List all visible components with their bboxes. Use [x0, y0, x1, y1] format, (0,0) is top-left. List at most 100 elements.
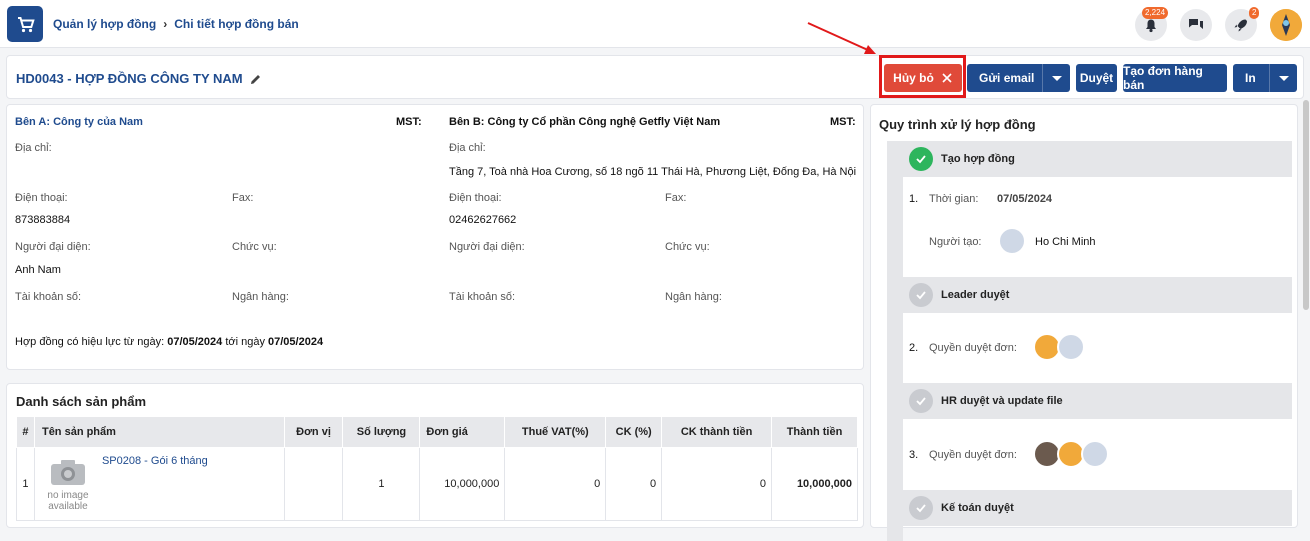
party-b-address-label: Địa chỉ:	[449, 142, 486, 154]
scrollbar[interactable]	[1303, 100, 1309, 310]
camera-icon	[50, 460, 85, 485]
chat-icon	[1189, 19, 1203, 29]
send-email-dropdown[interactable]	[1042, 64, 1070, 92]
qty-cell: 1	[342, 447, 421, 521]
validity-mid: tới ngày	[225, 336, 265, 348]
party-b-phone: 02462627662	[449, 214, 517, 226]
workflow-timeline	[887, 141, 903, 541]
step-index: 3.	[909, 449, 919, 461]
step-index: 2.	[909, 342, 919, 354]
product-cell: no image available SP0208 - Gói 6 tháng	[33, 447, 285, 521]
party-a-fax-label: Fax:	[232, 192, 254, 204]
party-a-phone-label: Điện thoại:	[15, 192, 68, 204]
party-a-mst: MST:	[396, 116, 422, 128]
ck-amount-cell: 0	[661, 447, 772, 521]
unit-cell	[283, 447, 344, 521]
contract-title: HD0043 - HỢP ĐỒNG CÔNG TY NAM	[16, 71, 243, 86]
top-bar: Quản lý hợp đồng › Chi tiết hợp đồng bán…	[0, 0, 1310, 48]
perm-label: Quyền duyệt đơn:	[929, 342, 1017, 354]
cart-icon[interactable]	[7, 6, 43, 42]
party-a-rep: Anh Nam	[15, 264, 61, 276]
product-image: no image available	[44, 457, 92, 512]
step-name: Kế toán duyệt	[941, 502, 1014, 514]
column-header: Đơn giá	[419, 416, 506, 448]
notification-badge: 2,224	[1142, 7, 1169, 19]
creator-name: Ho Chi Minh	[1035, 236, 1096, 248]
print-dropdown[interactable]	[1269, 64, 1297, 92]
product-table: # Tên sản phẩm Đơn vị Số lượng Đơn giá T…	[16, 416, 859, 521]
approver-avatar	[1081, 440, 1109, 468]
party-a-phone: 873883884	[15, 214, 71, 226]
party-a-account-label: Tài khoản số:	[15, 291, 82, 303]
column-header: Số lượng	[342, 416, 421, 448]
step-name: Tạo hợp đồng	[941, 153, 1015, 165]
party-b-address: Tầng 7, Toà nhà Hoa Cương, số 18 ngõ 11 …	[449, 166, 857, 178]
print-button[interactable]: In	[1233, 64, 1297, 92]
check-icon	[909, 147, 933, 171]
workflow-panel: Quy trình xử lý hợp đồng Tạo hợp đồng 1.…	[870, 104, 1298, 541]
column-header: Tên sản phẩm	[33, 416, 285, 448]
edit-icon[interactable]	[249, 72, 263, 86]
column-header: #	[16, 416, 35, 448]
create-order-button[interactable]: Tạo đơn hàng bán	[1123, 64, 1227, 92]
ck-cell: 0	[605, 447, 663, 521]
product-name-link[interactable]: SP0208 - Gói 6 tháng	[102, 455, 208, 467]
party-a-address-label: Địa chỉ:	[15, 142, 52, 154]
breadcrumb-parent[interactable]: Quản lý hợp đồng	[53, 17, 156, 31]
contract-info-panel: Bên A: Công ty của Nam MST: Địa chỉ: Điệ…	[6, 104, 864, 370]
creator-avatar	[998, 227, 1026, 255]
party-a-bank-label: Ngân hàng:	[232, 291, 289, 303]
row-index: 1	[16, 447, 35, 521]
check-icon	[909, 496, 933, 520]
table-row[interactable]: 1 no image available SP0208 - Gói 6 thán…	[16, 447, 859, 521]
step-name: HR duyệt và update file	[941, 395, 1063, 407]
party-a-rep-label: Người đại diện:	[15, 241, 91, 253]
send-email-button[interactable]: Gửi email	[967, 64, 1070, 92]
party-b-fax-label: Fax:	[665, 192, 687, 204]
no-image-text: no image available	[47, 490, 89, 512]
contract-title-bar: HD0043 - HỢP ĐỒNG CÔNG TY NAM Hủy bỏ Gửi…	[6, 55, 1304, 99]
chevron-down-icon	[1278, 75, 1289, 81]
send-email-label: Gửi email	[979, 71, 1035, 85]
check-icon	[909, 389, 933, 413]
party-a-position-label: Chức vụ:	[232, 241, 277, 253]
party-b-mst: MST:	[830, 116, 856, 128]
approver-avatar	[1057, 333, 1085, 361]
party-b-phone-label: Điện thoại:	[449, 192, 502, 204]
chevron-down-icon	[1051, 75, 1062, 81]
check-icon	[909, 283, 933, 307]
workflow-step-create: Tạo hợp đồng	[903, 141, 1292, 177]
chevron-right-icon: ›	[163, 17, 168, 31]
column-header: Thành tiền	[770, 416, 859, 448]
step-index: 1.	[909, 193, 919, 205]
workflow-step-leader: Leader duyệt	[903, 277, 1292, 313]
contract-title-wrap: HD0043 - HỢP ĐỒNG CÔNG TY NAM	[16, 71, 263, 86]
table-header-row: # Tên sản phẩm Đơn vị Số lượng Đơn giá T…	[16, 416, 859, 448]
breadcrumb-current: Chi tiết hợp đồng bán	[174, 17, 299, 31]
product-list-title: Danh sách sản phẩm	[16, 394, 147, 409]
total-cell: 10,000,000	[770, 447, 859, 521]
column-header: CK (%)	[605, 416, 663, 448]
party-b-bank-label: Ngân hàng:	[665, 291, 722, 303]
party-b-rep-label: Người đại diện:	[449, 241, 525, 253]
user-avatar[interactable]	[1270, 9, 1302, 41]
party-a-heading: Bên A: Công ty của Nam	[15, 116, 143, 128]
column-header: Thuế VAT(%)	[504, 416, 607, 448]
validity-line: Hợp đồng có hiệu lực từ ngày: 07/05/2024…	[15, 336, 323, 348]
party-b-account-label: Tài khoản số:	[449, 291, 516, 303]
perm-label: Quyền duyệt đơn:	[929, 449, 1017, 461]
price-cell: 10,000,000	[419, 447, 506, 521]
step-name: Leader duyệt	[941, 289, 1010, 301]
validity-prefix: Hợp đồng có hiệu lực từ ngày:	[15, 336, 165, 348]
validity-to: 07/05/2024	[268, 336, 324, 348]
validity-from: 07/05/2024	[167, 336, 223, 348]
product-list-panel: Danh sách sản phẩm # Tên sản phẩm Đơn vị…	[6, 383, 864, 528]
chat-button[interactable]	[1180, 9, 1212, 41]
approve-button[interactable]: Duyệt	[1076, 64, 1117, 92]
rocket-badge: 2	[1249, 7, 1260, 19]
column-header: CK thành tiền	[661, 416, 772, 448]
workflow-step-hr: HR duyệt và update file	[903, 383, 1292, 419]
creator-label: Người tạo:	[929, 236, 982, 248]
vat-cell: 0	[504, 447, 607, 521]
print-label: In	[1245, 71, 1256, 85]
